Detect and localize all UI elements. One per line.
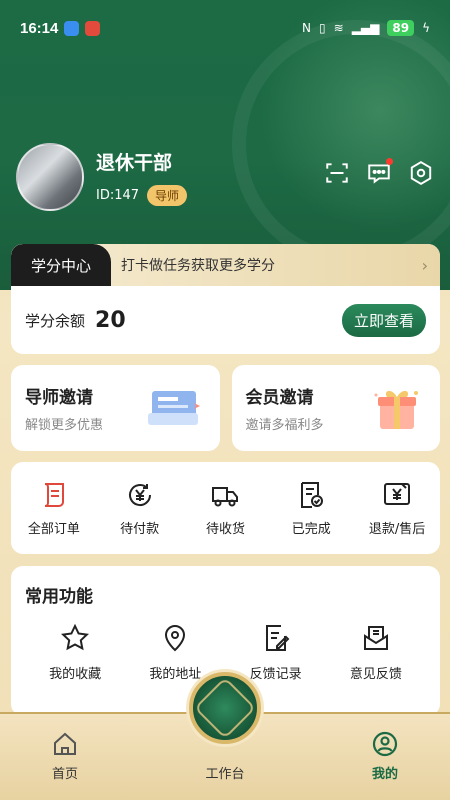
order-all[interactable]: 全部订单 xyxy=(16,480,92,537)
order-completed[interactable]: 已完成 xyxy=(273,480,349,537)
yen-clock-icon xyxy=(128,483,151,506)
order-pending-payment[interactable]: 待付款 xyxy=(102,480,178,537)
edit-doc-icon xyxy=(265,625,290,651)
credit-balance-value: 20 xyxy=(95,307,126,333)
nav-label: 我的 xyxy=(371,767,398,782)
emblem-icon xyxy=(193,676,257,740)
func-label: 意见反馈 xyxy=(349,667,402,682)
credit-banner[interactable]: 学分中心 打卡做任务获取更多学分 › xyxy=(11,244,440,286)
scroll-icon xyxy=(44,482,64,507)
nfc-icon: N xyxy=(302,21,312,35)
app-notification-icon xyxy=(64,20,80,36)
order-label: 退款/售后 xyxy=(368,521,426,537)
profile-id: ID:147 xyxy=(96,188,140,203)
refund-icon xyxy=(384,482,411,505)
view-now-button[interactable]: 立即查看 xyxy=(341,303,426,337)
role-badge: 导师 xyxy=(147,185,188,206)
wifi-icon: ≋ xyxy=(333,21,344,35)
order-pending-receipt[interactable]: 待收货 xyxy=(187,480,263,537)
home-icon xyxy=(54,732,76,755)
order-label: 全部订单 xyxy=(27,521,80,537)
invitation-card-icon xyxy=(147,391,200,425)
order-label: 待收货 xyxy=(205,521,245,537)
checked-doc-icon xyxy=(301,481,324,508)
battery-indicator: 89 xyxy=(387,20,415,36)
truck-icon xyxy=(212,486,239,506)
functions-title: 常用功能 xyxy=(25,587,93,607)
user-icon xyxy=(372,731,398,757)
func-label: 我的地址 xyxy=(149,667,202,682)
orders-card: 全部订单 待付款 待收货 已完成 退款/售后 xyxy=(11,462,440,554)
func-address[interactable]: 我的地址 xyxy=(130,623,220,682)
status-time: 16:14 xyxy=(20,19,59,37)
unread-dot xyxy=(386,158,393,165)
nav-label: 工作台 xyxy=(205,767,245,782)
mail-icon xyxy=(363,626,388,650)
func-favorites[interactable]: 我的收藏 xyxy=(30,623,120,682)
app-notification-icon-2 xyxy=(85,20,101,36)
order-refund[interactable]: 退款/售后 xyxy=(359,480,435,537)
credit-card: 学分中心 打卡做任务获取更多学分 › 学分余额 20 立即查看 xyxy=(11,244,440,354)
location-icon xyxy=(165,625,186,652)
mentor-invite-card[interactable]: 导师邀请 解锁更多优惠 xyxy=(11,365,220,451)
star-icon xyxy=(61,623,90,651)
status-indicators: N ▯ ≋ ▂▄▆ 89 ϟ xyxy=(302,20,430,36)
nav-home[interactable]: 首页 xyxy=(30,731,100,782)
vibrate-icon: ▯ xyxy=(319,21,326,35)
nav-mine[interactable]: 我的 xyxy=(350,731,420,782)
credit-balance-label: 学分余额 xyxy=(25,311,86,330)
message-icon[interactable] xyxy=(366,158,393,186)
gift-box-icon xyxy=(374,390,418,429)
func-suggestions[interactable]: 意见反馈 xyxy=(331,623,421,682)
chevron-right-icon: › xyxy=(421,255,428,275)
avatar[interactable] xyxy=(16,143,84,211)
status-bar: 16:14 N ▯ ≋ ▂▄▆ 89 ϟ xyxy=(0,0,450,56)
credit-center-tab[interactable]: 学分中心 xyxy=(11,244,111,286)
scan-icon[interactable] xyxy=(324,160,350,186)
workbench-emblem-button[interactable] xyxy=(189,672,261,744)
member-invite-card[interactable]: 会员邀请 邀请多福利多 xyxy=(231,365,440,451)
func-label: 我的收藏 xyxy=(49,667,102,682)
header-actions xyxy=(324,158,434,186)
signal-icon: ▂▄▆ xyxy=(351,21,380,35)
order-label: 待付款 xyxy=(120,521,160,537)
invite-row: 导师邀请 解锁更多优惠 会员邀请 邀请多福利多 xyxy=(11,365,440,451)
credit-tip: 打卡做任务获取更多学分 xyxy=(121,258,275,274)
nav-label: 首页 xyxy=(51,767,78,782)
settings-icon[interactable] xyxy=(408,160,434,186)
func-label: 反馈记录 xyxy=(249,667,302,682)
func-feedback-records[interactable]: 反馈记录 xyxy=(231,623,321,682)
profile-name: 退休干部 xyxy=(96,152,173,174)
order-label: 已完成 xyxy=(291,521,331,537)
profile-section[interactable]: 退休干部 ID:147 导师 xyxy=(16,143,188,211)
charging-icon: ϟ xyxy=(422,21,430,35)
